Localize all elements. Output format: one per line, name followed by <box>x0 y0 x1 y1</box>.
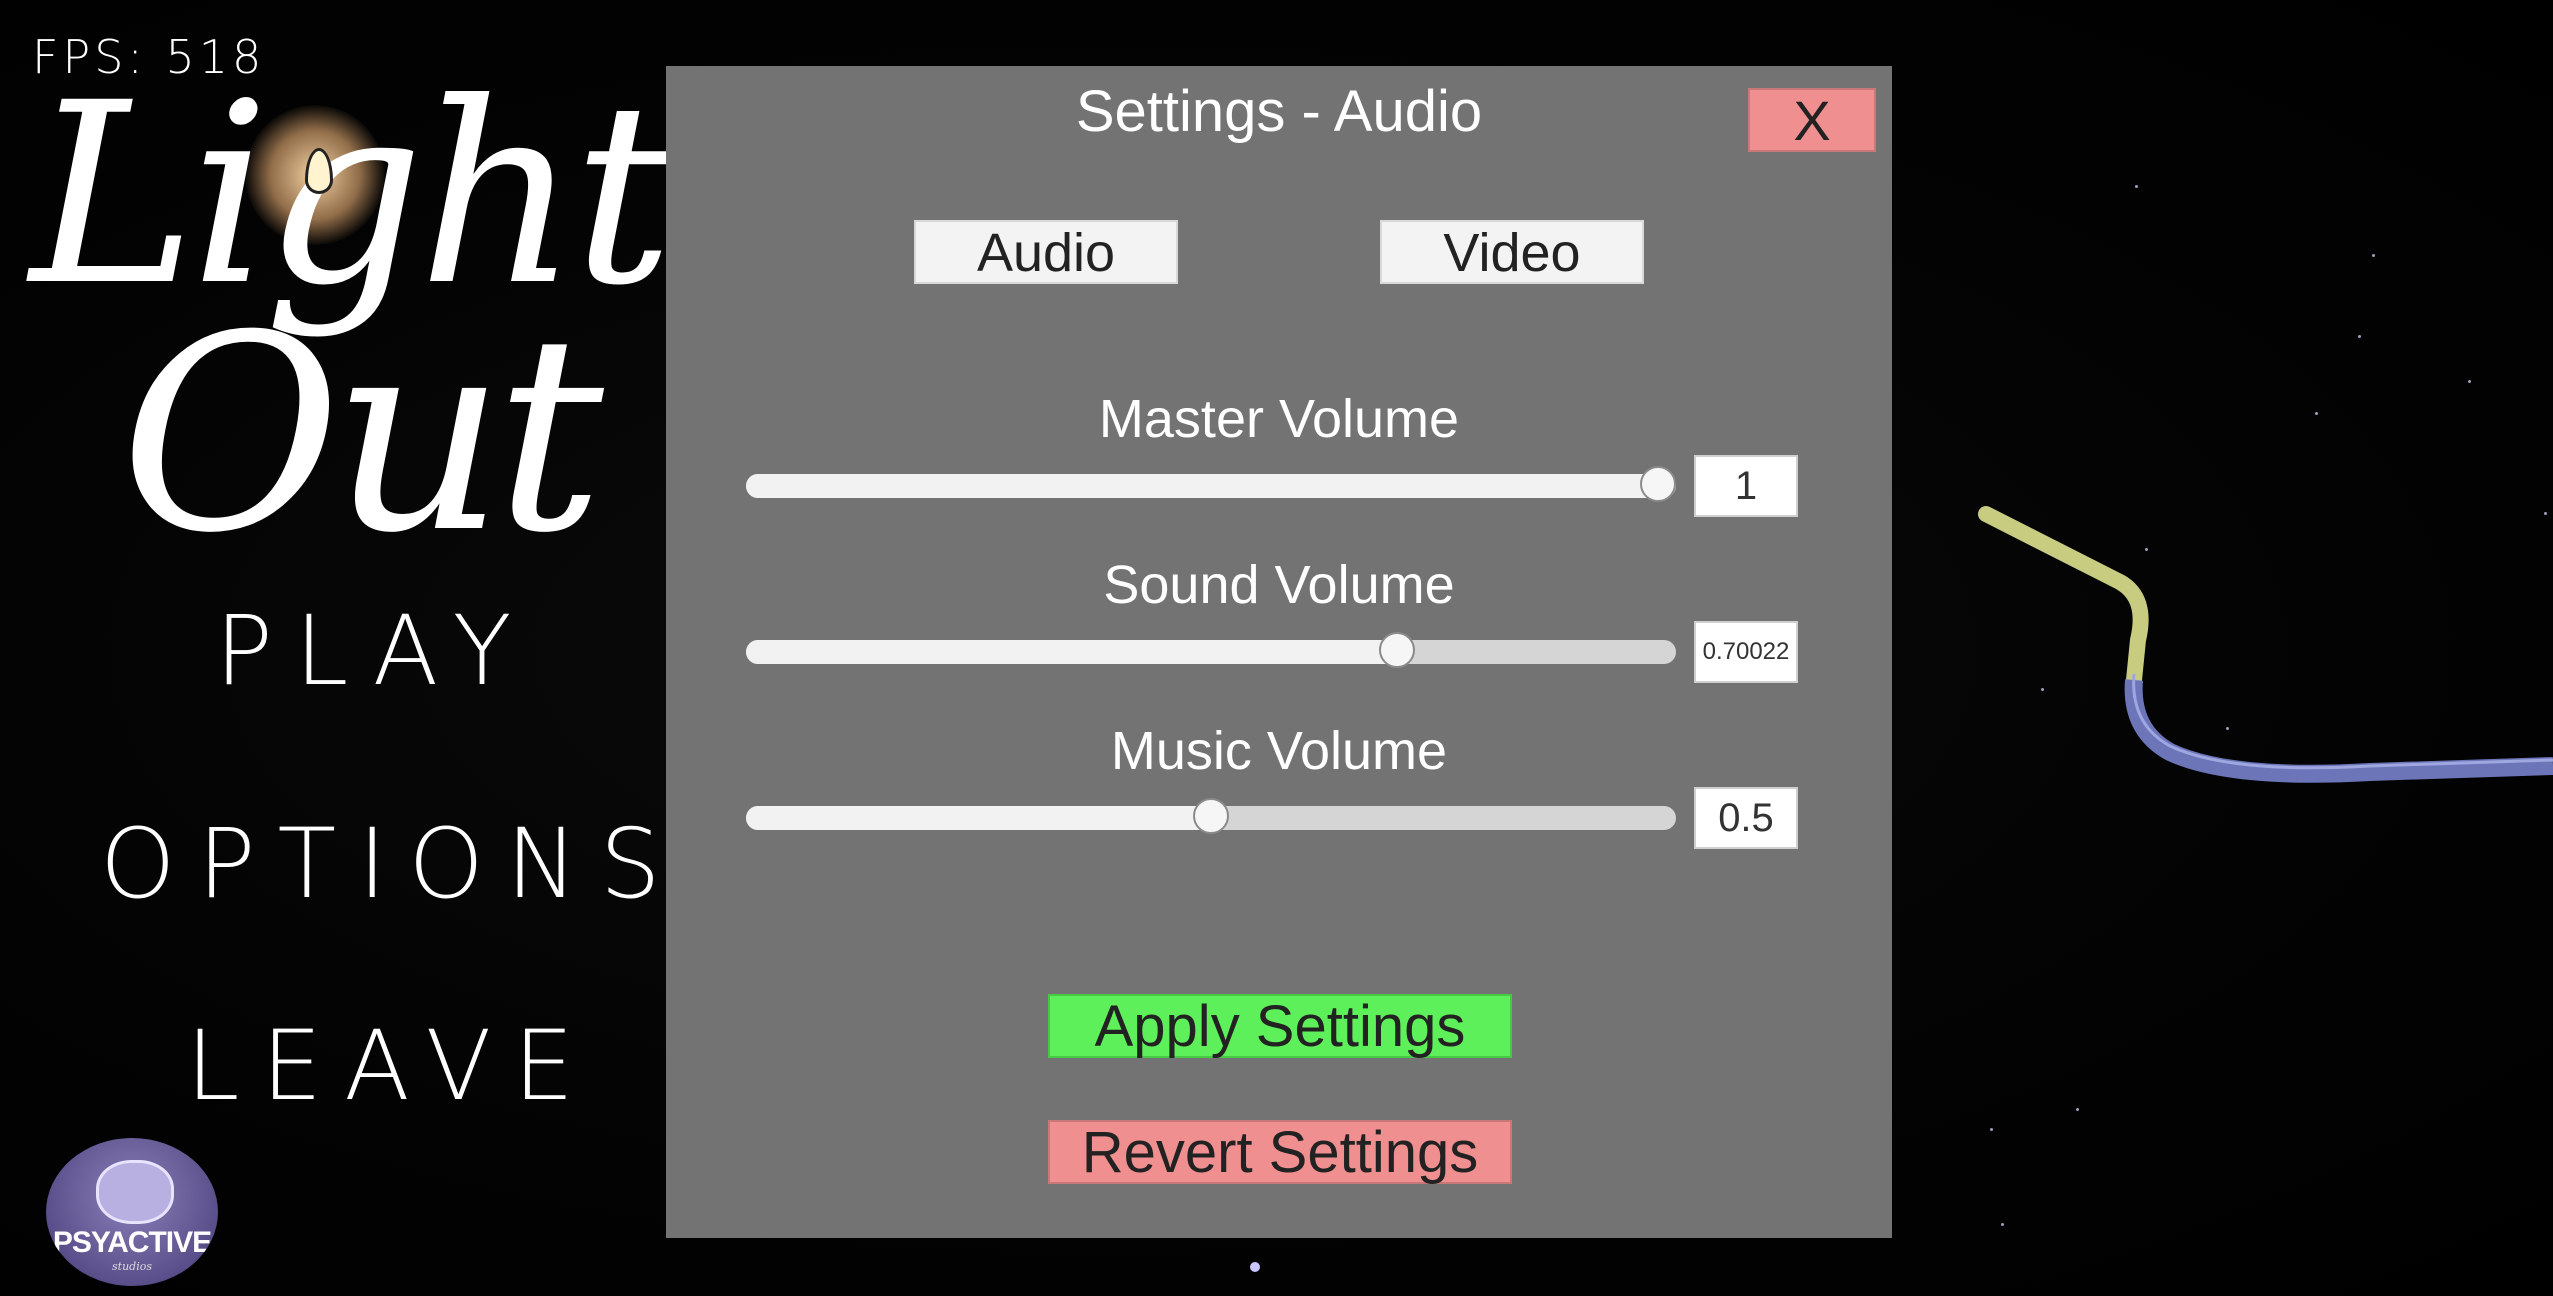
cable-prop <box>1978 506 2553 783</box>
slider-fill <box>746 640 1398 664</box>
settings-title: Settings - Audio <box>1075 79 1483 144</box>
star <box>2076 1108 2079 1111</box>
star <box>1990 1128 1993 1131</box>
slider-fill <box>746 806 1211 830</box>
title-word-out: Out <box>120 277 604 592</box>
music-volume-value[interactable]: 0.5 <box>1694 787 1798 849</box>
music-volume-label: Music Volume <box>1110 721 1448 781</box>
menu-play-button[interactable]: PLAY <box>215 595 533 707</box>
studio-subtitle: studios <box>112 1260 152 1273</box>
slider-handle[interactable] <box>1640 466 1676 502</box>
brain-icon <box>96 1160 174 1224</box>
slider-handle[interactable] <box>1379 632 1416 668</box>
master-volume-label: Master Volume <box>1098 389 1460 449</box>
music-volume-slider[interactable] <box>746 798 1676 834</box>
sound-volume-slider[interactable] <box>746 632 1676 668</box>
revert-settings-button[interactable]: Revert Settings <box>1048 1120 1512 1184</box>
star <box>2001 1223 2004 1226</box>
sound-volume-label: Sound Volume <box>1103 555 1455 615</box>
tab-video[interactable]: Video <box>1380 220 1644 284</box>
apply-settings-button[interactable]: Apply Settings <box>1048 994 1512 1058</box>
slider-handle[interactable] <box>1193 798 1229 834</box>
studio-name: PSYACTIVE <box>52 1226 212 1259</box>
star <box>2358 335 2361 338</box>
game-title-logo: Lights Out <box>30 70 796 592</box>
settings-panel: Settings - Audio X Audio Video Master Vo… <box>666 66 1892 1238</box>
tab-audio[interactable]: Audio <box>914 220 1178 284</box>
close-button[interactable]: X <box>1748 88 1876 152</box>
star <box>2468 380 2471 383</box>
studio-logo: PSYACTIVE studios <box>46 1138 218 1286</box>
master-volume-value[interactable]: 1 <box>1694 455 1798 517</box>
star <box>2315 412 2318 415</box>
sound-volume-value[interactable]: 0.70022 <box>1694 621 1798 683</box>
master-volume-slider[interactable] <box>746 466 1676 502</box>
menu-options-button[interactable]: OPTIONS <box>100 808 683 920</box>
slider-fill <box>746 474 1658 498</box>
game-background: FPS: 518 Lights Out PLAY OPTIONS LEAVE P… <box>0 0 2553 1296</box>
star <box>2135 185 2138 188</box>
star <box>2372 254 2375 257</box>
menu-leave-button[interactable]: LEAVE <box>186 1010 596 1122</box>
mouse-cursor-icon <box>1250 1262 1260 1272</box>
